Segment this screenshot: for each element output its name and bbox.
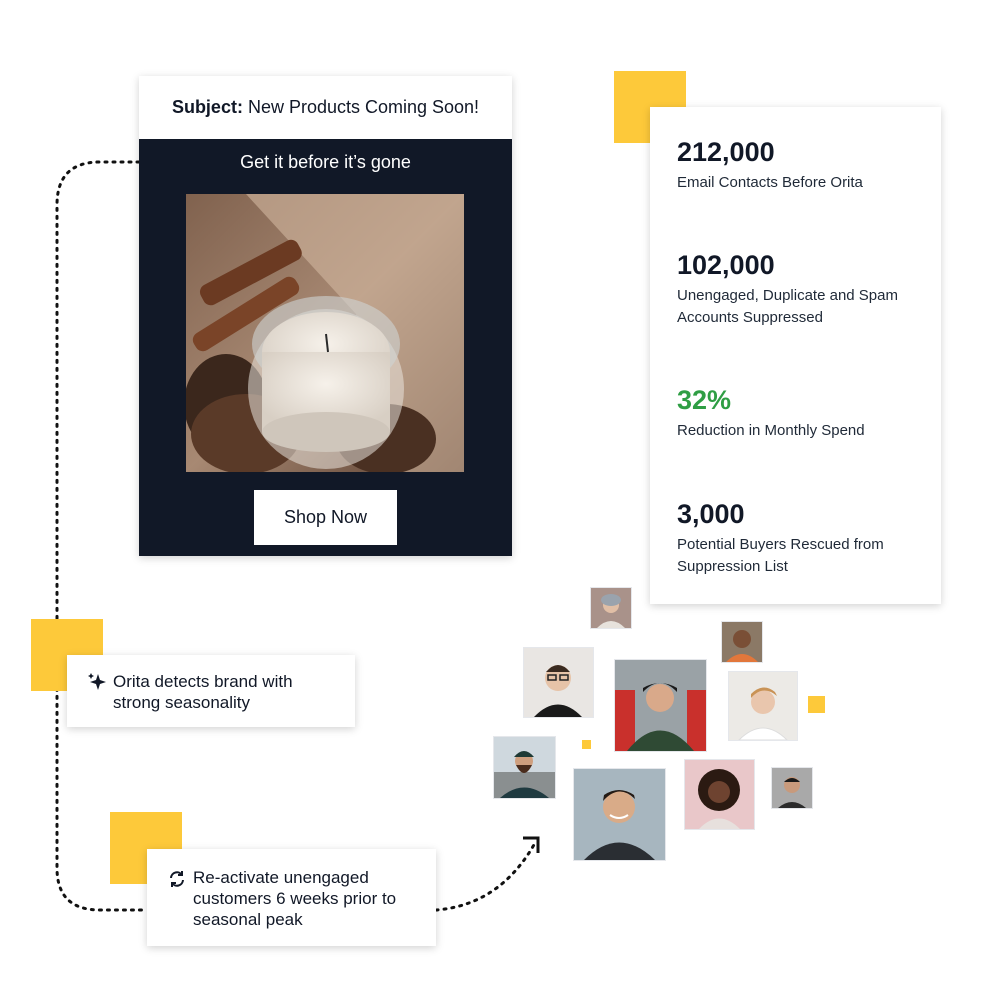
callout-reactivate: Re-activate unengaged customers 6 weeks … (147, 849, 436, 946)
subject-label: Subject: (171, 97, 243, 117)
stat-value: 102,000 (677, 250, 775, 280)
customer-avatar (684, 759, 755, 830)
results-stats-card: 212,000 Email Contacts Before Orita 102,… (650, 107, 941, 604)
stat-label: Unengaged, Duplicate and Spam Accounts S… (677, 287, 898, 326)
stat-spend-reduction: 32% Reduction in Monthly Spend (677, 384, 865, 442)
stat-label: Potential Buyers Rescued from Suppressio… (677, 536, 884, 575)
stat-suppressed: 102,000 Unengaged, Duplicate and Spam Ac… (677, 249, 927, 329)
accent-square-small (808, 696, 825, 713)
stat-label: Email Contacts Before Orita (677, 174, 863, 191)
stat-value: 212,000 (677, 137, 775, 167)
refresh-icon (170, 871, 184, 887)
stat-label: Reduction in Monthly Spend (677, 422, 865, 439)
customer-avatar (721, 621, 763, 663)
callout-detect-seasonality: Orita detects brand with strong seasonal… (67, 655, 355, 727)
candle-product-image (186, 194, 464, 472)
sparkles-icon (88, 673, 106, 690)
callout-text: Orita detects brand with strong seasonal… (113, 672, 293, 712)
customer-avatar (493, 736, 556, 799)
subject-text: New Products Coming Soon! (247, 97, 480, 117)
customer-avatar (771, 767, 813, 809)
stat-value: 32% (677, 385, 732, 415)
stat-value: 3,000 (677, 499, 745, 529)
customer-avatar (523, 647, 594, 718)
email-preview-card: Subject: New Products Coming Soon! Get i… (139, 76, 512, 556)
stat-buyers-rescued: 3,000 Potential Buyers Rescued from Supp… (677, 498, 917, 578)
shop-now-button[interactable]: Shop Now (254, 490, 397, 545)
email-subject: Subject: New Products Coming Soon! (139, 76, 512, 139)
arrow-head-icon (523, 836, 540, 853)
accent-square-small (582, 740, 591, 749)
customer-avatar (573, 768, 666, 861)
callout-text: Re-activate unengaged customers 6 weeks … (193, 868, 397, 929)
stat-email-contacts: 212,000 Email Contacts Before Orita (677, 136, 863, 194)
email-tagline: Get it before it’s gone (240, 152, 411, 172)
customer-avatar (590, 587, 632, 629)
customer-avatar (614, 659, 707, 752)
customer-avatar (728, 671, 798, 741)
